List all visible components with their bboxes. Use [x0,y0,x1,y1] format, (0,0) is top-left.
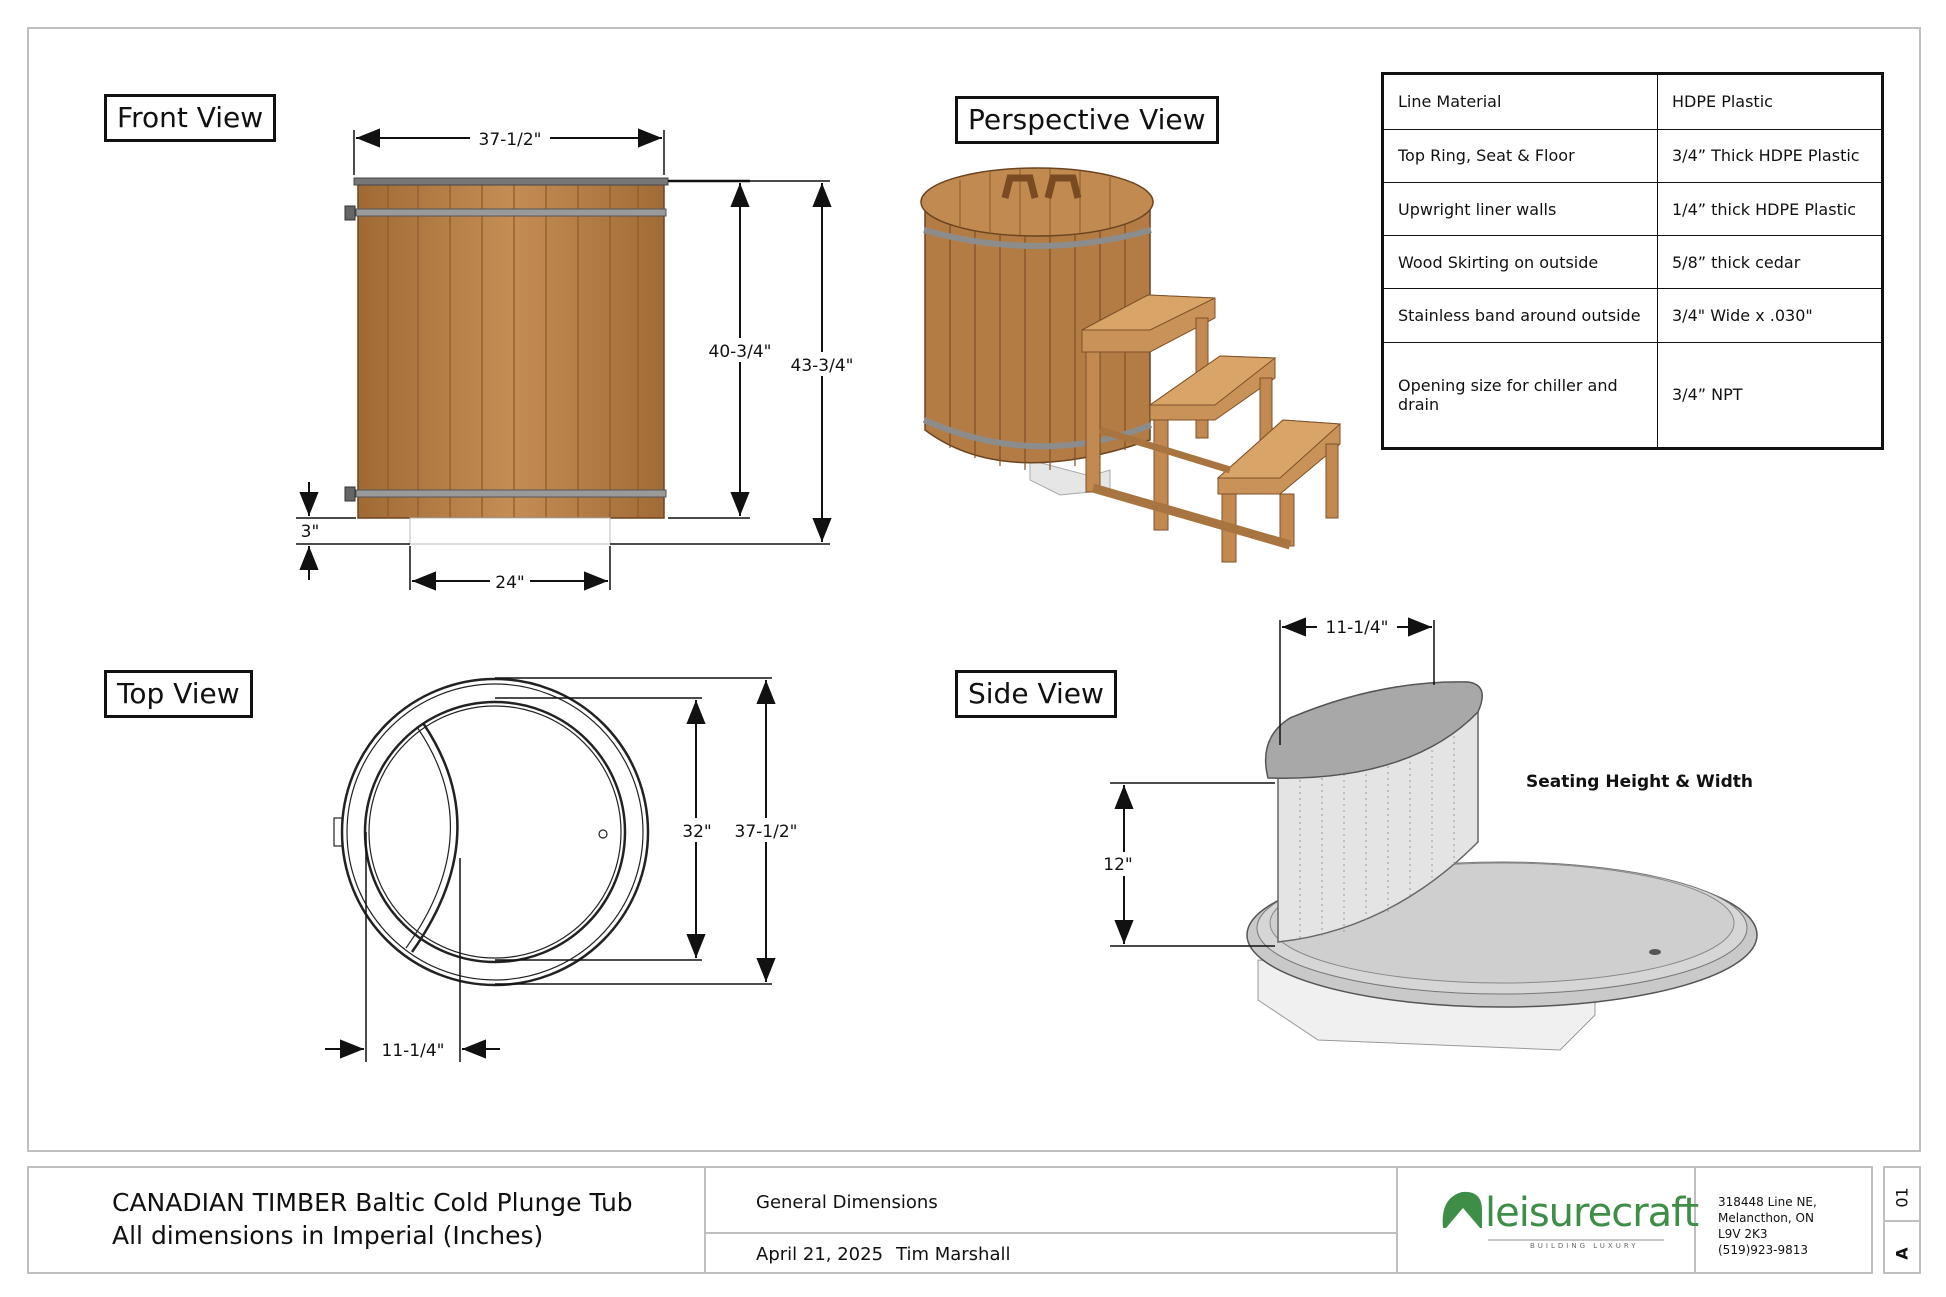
revision-letter: A [1892,1247,1912,1260]
address-line: Melancthon, ON [1718,1211,1814,1225]
address-line: 318448 Line NE, [1718,1195,1817,1209]
address-line: (519)923-9813 [1718,1243,1809,1257]
leisurecraft-logo-icon [1442,1191,1664,1241]
logo-wordmark: leisurecraft [1485,1190,1699,1236]
sheet-number: 01 [1892,1187,1912,1208]
logo-tagline: BUILDING LUXURY [1530,1242,1639,1250]
company-address: 318448 Line NE, Melancthon, ON L9V 2K3 (… [1718,1194,1817,1258]
address-line: L9V 2K3 [1718,1227,1768,1241]
